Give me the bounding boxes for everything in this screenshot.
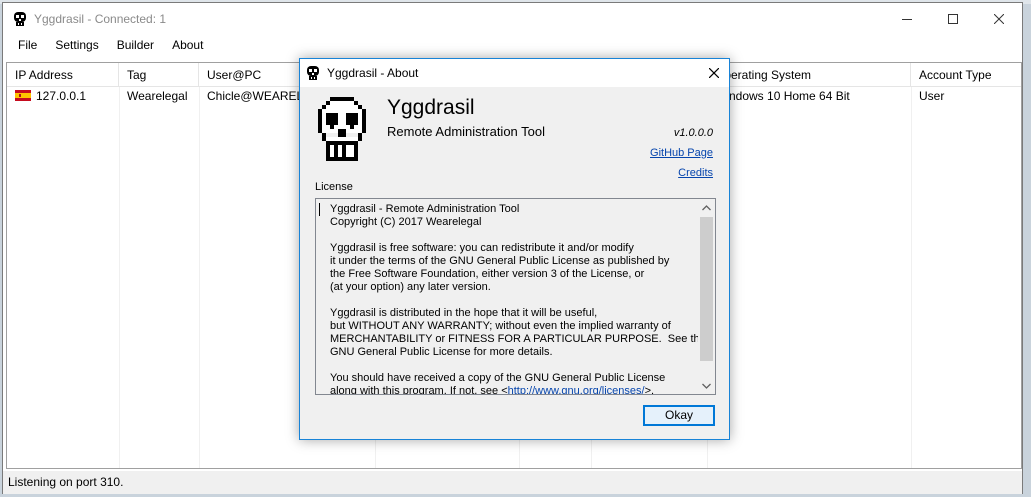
close-icon [994,13,1004,24]
spain-flag-icon [15,90,31,101]
cell-account-type: User [919,89,945,103]
menu-bar: File Settings Builder About [3,34,1022,57]
license-text: Yggdrasil - Remote Administration Tool C… [330,203,706,395]
license-tail: >. [644,385,655,395]
column-ip-address[interactable]: IP Address [7,63,119,87]
dialog-close-button[interactable] [699,59,729,87]
cell-os: Windows 10 Home 64 Bit [715,89,850,103]
cell-ip: 127.0.0.1 [7,87,119,106]
version-label: v1.0.0.0 [673,127,713,139]
minimize-icon [902,18,912,20]
scroll-thumb[interactable] [700,217,713,361]
text-caret [319,203,320,216]
license-scrollbar[interactable] [698,199,715,394]
dialog-titlebar[interactable]: Yggdrasil - About [300,59,729,87]
close-icon [709,68,719,78]
column-tag[interactable]: Tag [119,63,199,87]
gridline [911,87,912,468]
okay-button[interactable]: Okay [643,405,715,426]
maximize-icon [948,13,958,24]
scroll-up-button[interactable] [698,199,715,216]
window-title: Yggdrasil - Connected: 1 [34,11,167,26]
app-subtitle: Remote Administration Tool [387,124,546,139]
menu-about[interactable]: About [163,34,212,57]
scroll-down-arrow-icon [702,383,711,389]
minimize-button[interactable] [884,3,930,34]
license-body: Yggdrasil - Remote Administration Tool C… [330,203,706,395]
credits-link[interactable]: Credits [678,167,713,179]
cell-tag: Wearelegal [127,89,188,103]
license-url-link[interactable]: http://www.gnu.org/licenses/ [508,385,645,394]
gridline [119,87,120,468]
status-bar: Listening on port 310. [3,471,1022,494]
gridline [199,87,200,468]
license-textbox[interactable]: Yggdrasil - Remote Administration Tool C… [315,198,716,395]
skull-icon [307,66,319,80]
dialog-title: Yggdrasil - About [327,66,419,80]
column-operating-system[interactable]: Operating System [707,63,911,87]
skull-icon [318,97,366,161]
about-dialog: Yggdrasil - About Yggdrasil Remote Admin… [299,58,730,440]
scroll-down-button[interactable] [698,377,715,394]
ip-value: 127.0.0.1 [36,89,87,103]
menu-settings[interactable]: Settings [46,34,107,57]
menu-builder[interactable]: Builder [108,34,163,57]
dialog-body: Yggdrasil Remote Administration Tool v1.… [300,87,729,439]
license-label: License [315,181,353,193]
maximize-button[interactable] [930,3,976,34]
window-controls [884,3,1022,34]
main-titlebar[interactable]: Yggdrasil - Connected: 1 [3,3,1022,34]
close-button[interactable] [976,3,1022,34]
skull-icon [14,11,26,26]
column-account-type[interactable]: Account Type [911,63,1021,87]
scroll-up-arrow-icon [702,204,711,210]
github-page-link[interactable]: GitHub Page [650,147,713,159]
menu-file[interactable]: File [9,34,46,57]
app-name: Yggdrasil [387,96,475,119]
